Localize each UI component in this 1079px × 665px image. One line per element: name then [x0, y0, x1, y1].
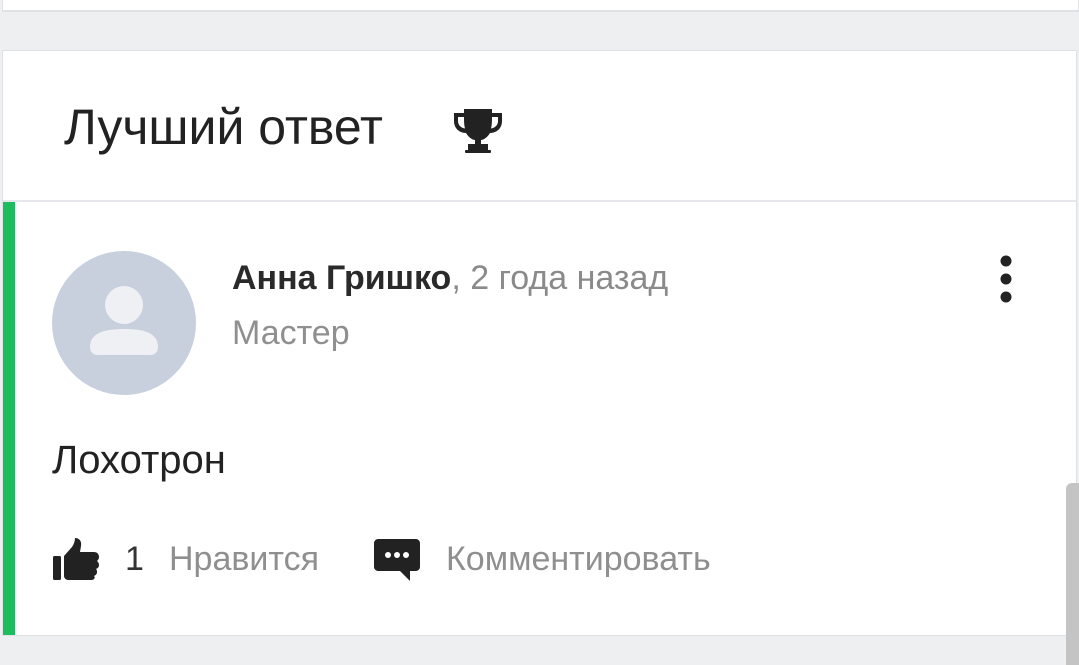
- best-answer-card: Лучший ответ Анна Гришко, 2 года назад М…: [2, 50, 1077, 636]
- trophy-icon: [454, 109, 502, 153]
- author-separator: ,: [451, 259, 471, 297]
- author-name[interactable]: Анна Гришко: [232, 259, 451, 297]
- best-answer-title: Лучший ответ: [64, 99, 383, 155]
- author-line: Анна Гришко, 2 года назад: [232, 257, 668, 299]
- comment-icon: [374, 539, 420, 581]
- best-answer-accent-bar: [3, 202, 15, 635]
- like-label: Нравится: [169, 540, 320, 578]
- thumbs-up-icon: [53, 538, 99, 580]
- previous-card: [2, 0, 1079, 12]
- answer-item: Анна Гришко, 2 года назад Мастер Лохотро…: [3, 202, 1076, 635]
- user-avatar-placeholder: [90, 286, 158, 355]
- answer-time: 2 года назад: [470, 259, 669, 297]
- avatar[interactable]: [52, 251, 196, 395]
- like-count: 1: [125, 540, 144, 578]
- best-answer-header: Лучший ответ: [3, 51, 1076, 202]
- comment-label: Комментировать: [446, 540, 711, 578]
- more-options-button[interactable]: [988, 254, 1024, 304]
- answer-text: Лохотрон: [52, 438, 226, 482]
- author-rank: Мастер: [232, 314, 350, 352]
- more-vertical-icon: [1000, 255, 1012, 303]
- scrollbar[interactable]: [1066, 483, 1079, 665]
